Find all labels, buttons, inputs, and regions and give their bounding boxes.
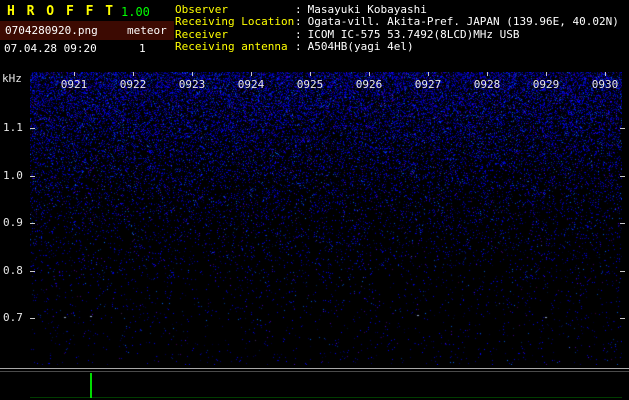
separator-line-shadow	[0, 371, 629, 372]
signal-spike	[90, 373, 92, 398]
time-label: 0922	[113, 78, 153, 91]
app-version: 1.00	[121, 5, 150, 19]
info-colon: :	[295, 3, 302, 16]
freq-tick-icon	[30, 223, 35, 224]
time-tick-icon	[487, 72, 488, 76]
meteor-count: 1	[139, 42, 146, 55]
spectrogram-canvas	[30, 72, 622, 365]
info-label: Receiving Location	[175, 16, 295, 28]
time-tick-icon	[192, 72, 193, 76]
freq-tick-icon	[620, 271, 625, 272]
info-colon: :	[295, 40, 302, 53]
freq-tick-icon	[620, 223, 625, 224]
time-label: 0923	[172, 78, 212, 91]
freq-label: 1.0	[3, 169, 23, 182]
hrofft-screen: H R O F F T 1.00 0704280920.png meteor 0…	[0, 0, 629, 400]
time-label: 0930	[585, 78, 625, 91]
freq-tick-icon	[620, 128, 625, 129]
info-value: Ogata-vill. Akita-Pref. JAPAN (139.96E, …	[308, 15, 619, 28]
freq-unit-label: kHz	[2, 72, 22, 85]
freq-tick-icon	[30, 318, 35, 319]
station-info: Observer: Masayuki Kobayashi Receiving Lo…	[175, 4, 619, 54]
freq-tick-icon	[30, 128, 35, 129]
mode-label: meteor	[127, 24, 167, 37]
freq-label: 0.9	[3, 216, 23, 229]
info-value: Masayuki Kobayashi	[308, 3, 427, 16]
freq-tick-icon	[30, 271, 35, 272]
time-tick-icon	[310, 72, 311, 76]
info-colon: :	[295, 28, 302, 41]
time-label: 0928	[467, 78, 507, 91]
freq-tick-icon	[620, 318, 625, 319]
signal-baseline	[30, 397, 622, 398]
freq-label: 0.8	[3, 264, 23, 277]
info-colon: :	[295, 15, 302, 28]
output-filename: 0704280920.png	[5, 24, 98, 37]
separator-line	[0, 368, 629, 369]
info-value: A504HB(yagi 4el)	[308, 40, 414, 53]
time-label: 0921	[54, 78, 94, 91]
time-label: 0927	[408, 78, 448, 91]
info-row-antenna: Receiving antenna: A504HB(yagi 4el)	[175, 41, 619, 53]
freq-tick-icon	[30, 176, 35, 177]
time-tick-icon	[133, 72, 134, 76]
time-tick-icon	[251, 72, 252, 76]
time-tick-icon	[369, 72, 370, 76]
time-tick-icon	[605, 72, 606, 76]
time-tick-icon	[546, 72, 547, 76]
freq-tick-icon	[620, 176, 625, 177]
timestamp: 07.04.28 09:20	[4, 42, 97, 55]
time-tick-icon	[74, 72, 75, 76]
info-label: Receiving antenna	[175, 41, 295, 53]
time-label: 0925	[290, 78, 330, 91]
app-title: H R O F F T	[7, 4, 115, 19]
time-label: 0926	[349, 78, 389, 91]
info-row-location: Receiving Location: Ogata-vill. Akita-Pre…	[175, 16, 619, 28]
time-label: 0929	[526, 78, 566, 91]
info-value: ICOM IC-575 53.7492(8LCD)MHz USB	[308, 28, 520, 41]
time-tick-icon	[428, 72, 429, 76]
time-label: 0924	[231, 78, 271, 91]
freq-label: 0.7	[3, 311, 23, 324]
freq-label: 1.1	[3, 121, 23, 134]
